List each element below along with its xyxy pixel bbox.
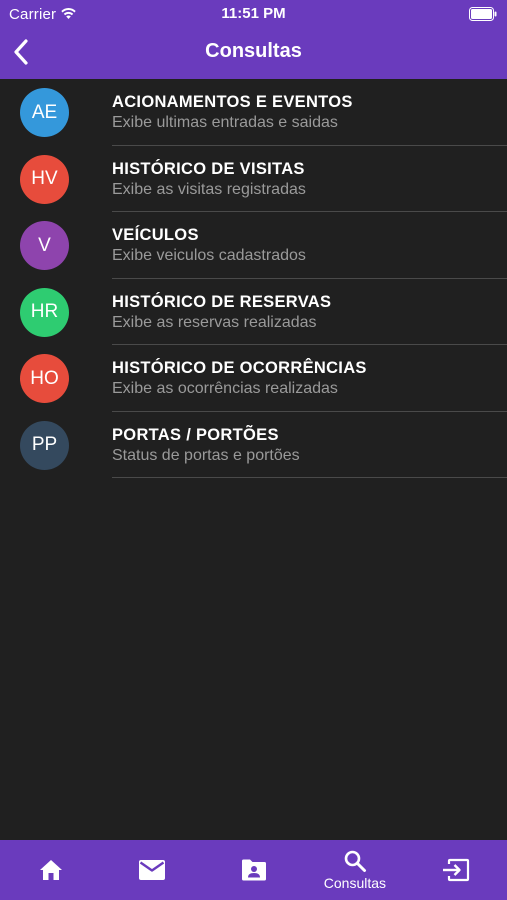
list-item[interactable]: V VEÍCULOS Exibe veiculos cadastrados xyxy=(0,212,507,279)
list-item-subtitle: Status de portas e portões xyxy=(112,446,300,464)
avatar: PP xyxy=(20,420,69,470)
tab-label: Consultas xyxy=(323,875,387,891)
home-icon xyxy=(39,860,62,880)
mail-icon xyxy=(139,860,166,880)
list-item-title: HISTÓRICO DE RESERVAS xyxy=(112,292,332,311)
status-bar: Carrier 11:51 PM xyxy=(0,0,507,28)
list-item-title: PORTAS / PORTÕES xyxy=(112,425,279,444)
avatar: HO xyxy=(20,354,69,403)
tab-home[interactable] xyxy=(0,840,101,900)
tab-contacts[interactable] xyxy=(203,840,304,900)
tab-logout[interactable] xyxy=(406,840,507,900)
list-item-subtitle: Exibe as visitas registradas xyxy=(112,180,306,198)
logout-icon xyxy=(443,858,470,882)
list-item[interactable]: AE ACIONAMENTOS E EVENTOS Exibe ultimas … xyxy=(0,79,507,146)
contact-folder-icon xyxy=(241,859,266,881)
search-icon xyxy=(344,850,366,872)
list-item[interactable]: HV HISTÓRICO DE VISITAS Exibe as visitas… xyxy=(0,146,507,212)
list-item-subtitle: Exibe ultimas entradas e saidas xyxy=(112,114,338,131)
avatar: HR xyxy=(20,287,69,337)
list-item-subtitle: Exibe as ocorrências realizadas xyxy=(112,380,338,397)
divider xyxy=(112,477,507,478)
tab-consultas[interactable]: Consultas xyxy=(304,840,405,900)
list-item-subtitle: Exibe veiculos cadastrados xyxy=(112,247,306,264)
battery-icon xyxy=(469,7,497,21)
list-item-title: HISTÓRICO DE OCORRÊNCIAS xyxy=(112,359,367,377)
list-item-subtitle: Exibe as reservas realizadas xyxy=(112,313,317,331)
list-item[interactable]: PP PORTAS / PORTÕES Status de portas e p… xyxy=(0,412,507,478)
status-time: 11:51 PM xyxy=(221,5,286,22)
list-item[interactable]: HO HISTÓRICO DE OCORRÊNCIAS Exibe as oco… xyxy=(0,345,507,412)
list-item-title: VEÍCULOS xyxy=(112,226,199,244)
list-item-title: ACIONAMENTOS E EVENTOS xyxy=(112,93,353,111)
header: Carrier 11:51 PM Consultas xyxy=(0,0,507,79)
list-item-title: HISTÓRICO DE VISITAS xyxy=(112,159,305,178)
tab-bar: Consultas xyxy=(0,840,507,900)
avatar: HV xyxy=(20,154,69,204)
tab-messages[interactable] xyxy=(101,840,202,900)
avatar: AE xyxy=(20,88,69,137)
nav-bar: Consultas xyxy=(0,28,507,79)
list-item[interactable]: HR HISTÓRICO DE RESERVAS Exibe as reserv… xyxy=(0,279,507,345)
app-screen: Carrier 11:51 PM Consultas AE ACIONAMENT… xyxy=(0,0,507,900)
avatar: V xyxy=(20,221,69,270)
consultas-list: AE ACIONAMENTOS E EVENTOS Exibe ultimas … xyxy=(0,79,507,478)
page-title: Consultas xyxy=(205,40,302,62)
